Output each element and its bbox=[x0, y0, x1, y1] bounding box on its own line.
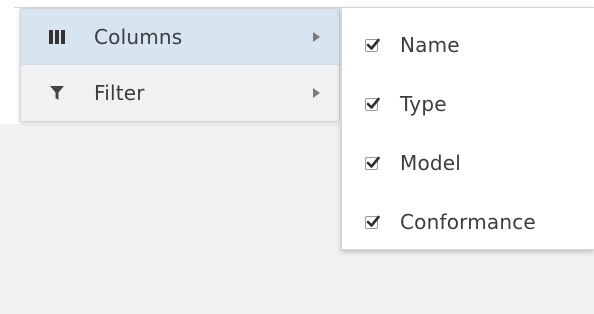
checkbox[interactable] bbox=[365, 97, 380, 111]
column-option-conformance[interactable]: Conformance bbox=[342, 193, 594, 251]
columns-icon bbox=[48, 28, 66, 46]
columns-submenu: Name Type Model Conformance bbox=[341, 7, 594, 250]
column-option-label: Model bbox=[400, 151, 462, 175]
filter-icon bbox=[48, 84, 66, 102]
context-menu: Columns Filter bbox=[20, 8, 340, 121]
column-option-type[interactable]: Type bbox=[342, 75, 594, 133]
checkmark-icon bbox=[366, 97, 380, 109]
checkmark-icon bbox=[366, 156, 380, 168]
checkbox[interactable] bbox=[365, 215, 380, 229]
menu-item-label: Filter bbox=[94, 81, 145, 105]
menu-item-filter[interactable]: Filter bbox=[21, 65, 339, 121]
submenu-arrow-icon bbox=[313, 88, 320, 98]
checkbox[interactable] bbox=[365, 156, 380, 170]
menu-item-columns[interactable]: Columns bbox=[21, 9, 339, 65]
checkbox[interactable] bbox=[365, 38, 380, 52]
column-option-name[interactable]: Name bbox=[342, 16, 594, 74]
submenu-arrow-icon bbox=[313, 31, 320, 42]
menu-item-label: Columns bbox=[94, 24, 183, 49]
column-option-label: Conformance bbox=[400, 210, 536, 234]
checkmark-icon bbox=[366, 38, 380, 50]
column-option-model[interactable]: Model bbox=[342, 134, 594, 192]
checkmark-icon bbox=[366, 215, 380, 227]
column-option-label: Type bbox=[400, 92, 447, 116]
column-option-label: Name bbox=[400, 33, 460, 57]
